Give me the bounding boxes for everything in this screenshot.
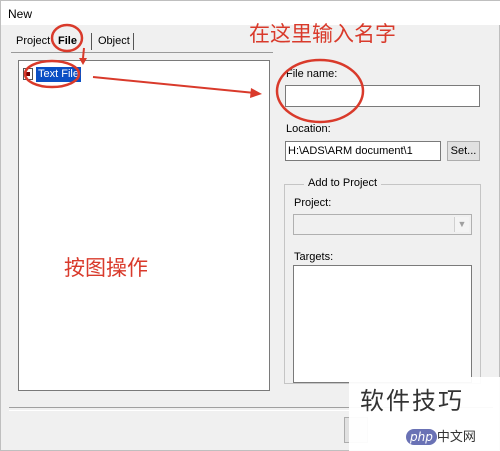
watermark-site-text: 中文网	[436, 430, 476, 445]
pointer-line	[92, 76, 256, 94]
annotation-follow-figure: 按图操作	[64, 256, 148, 280]
text-file-highlight-circle	[23, 59, 81, 89]
watermark-logo: php 中文网	[406, 426, 494, 446]
pointer-arrowhead	[250, 88, 262, 98]
file-tab-highlight-circle	[50, 23, 84, 53]
file-name-highlight-circle	[275, 58, 365, 124]
annotation-enter-name: 在这里输入名字	[249, 22, 396, 46]
tab-pointer-arrowhead	[79, 58, 87, 65]
php-logo-icon: php	[406, 429, 437, 445]
tab-pointer-line	[82, 47, 85, 59]
watermark-text: 软件技巧	[360, 387, 464, 415]
